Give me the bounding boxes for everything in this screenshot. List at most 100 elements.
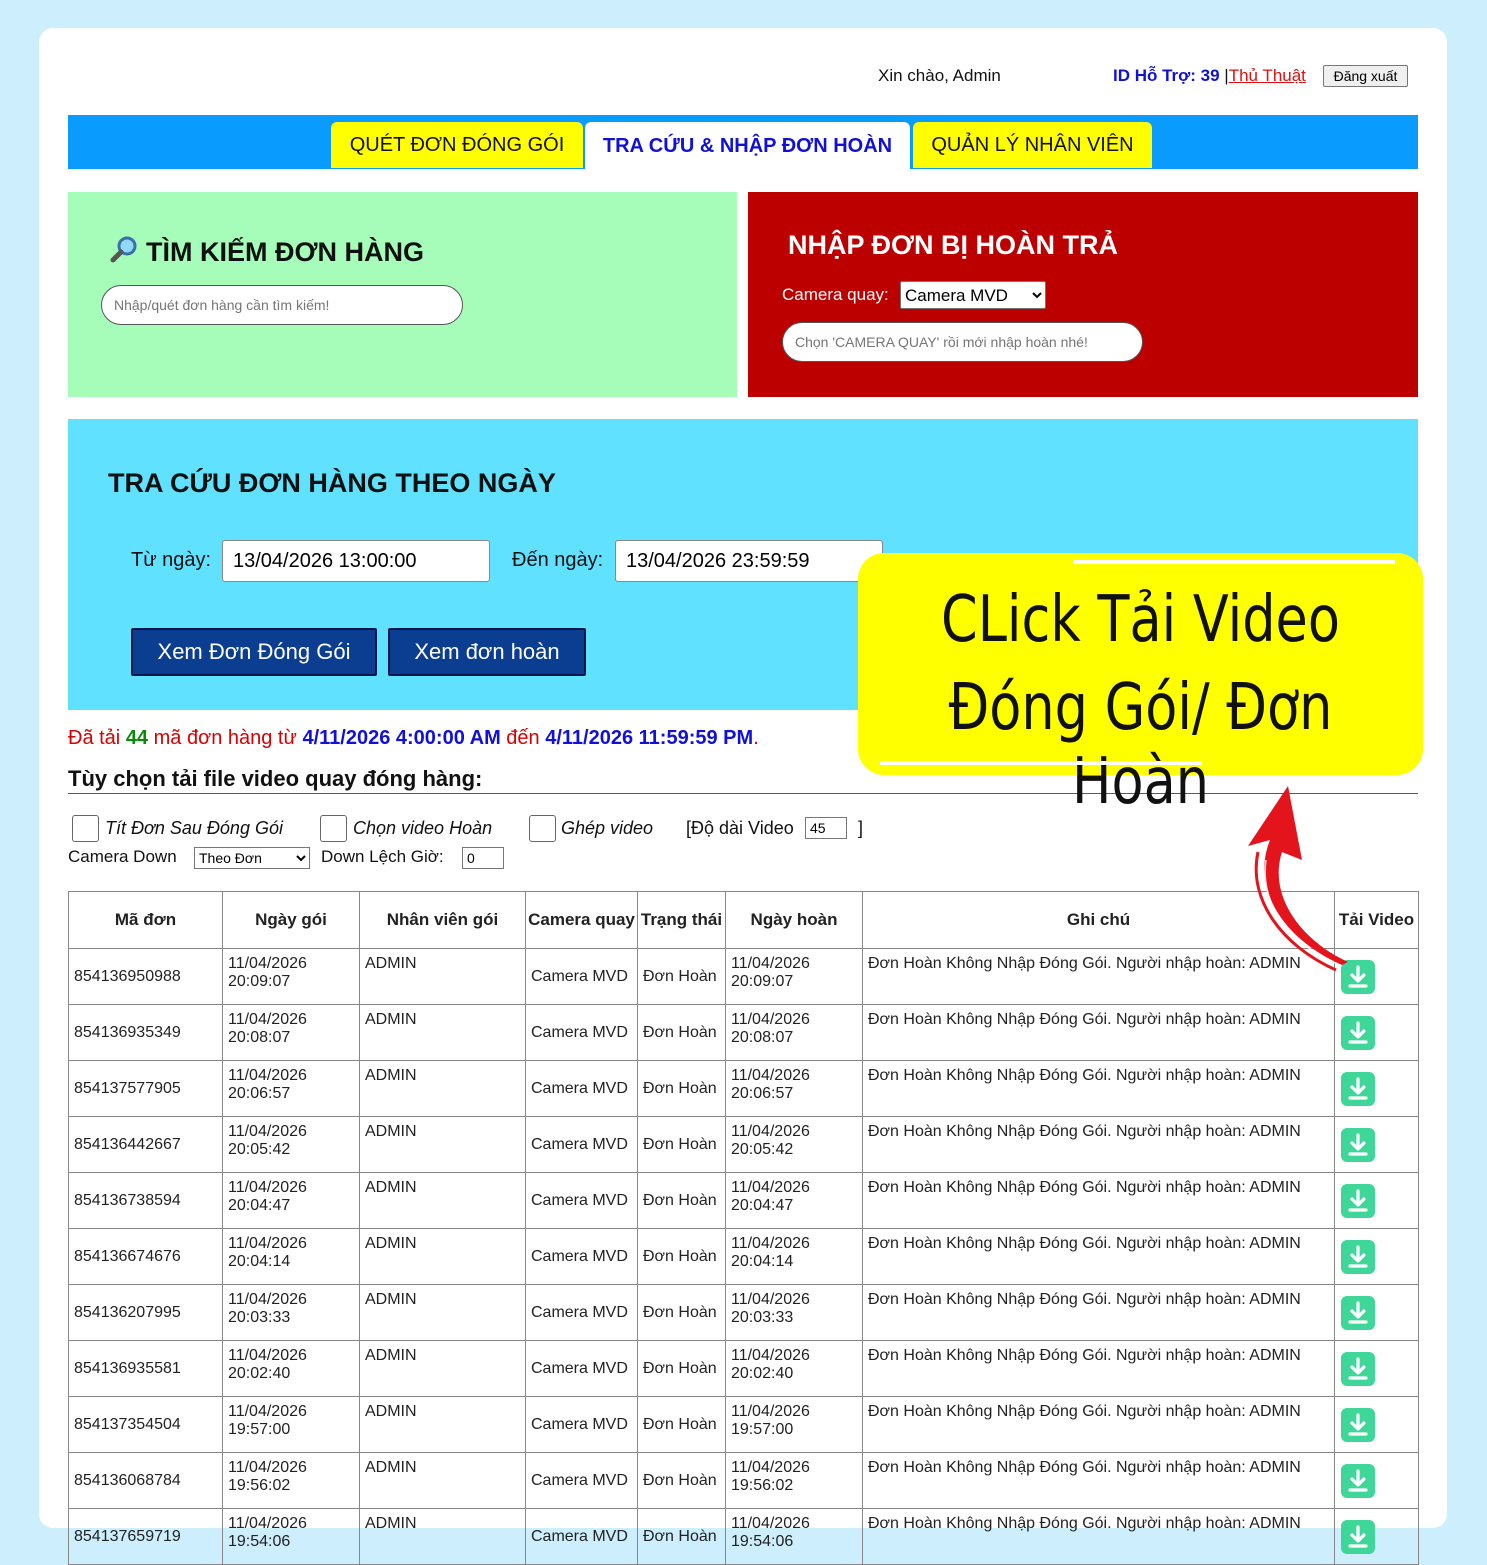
order-id-cell[interactable]: 854137659719 xyxy=(68,1508,223,1565)
time-offset-input[interactable] xyxy=(462,847,504,869)
from-date-input[interactable] xyxy=(222,540,490,582)
camera-name: Camera MVD xyxy=(531,967,628,985)
camera-cell: Camera MVD xyxy=(525,1508,638,1565)
col-status[interactable]: Trạng thái xyxy=(637,891,726,949)
pack-date: 11/04/2026 xyxy=(228,1179,307,1196)
order-id-cell[interactable]: 854136935581 xyxy=(68,1340,223,1397)
return-date-cell: 11/04/2026 20:09:07 xyxy=(725,948,863,1005)
col-camera[interactable]: Camera quay xyxy=(525,891,638,949)
col-pack-staff[interactable]: Nhân viên gói xyxy=(359,891,526,949)
tab-lookup-returns[interactable]: TRA CỨU & NHẬP ĐƠN HOÀN xyxy=(585,122,910,170)
order-id: 854136674676 xyxy=(74,1247,181,1265)
col-return-date[interactable]: Ngày hoàn xyxy=(725,891,863,949)
pack-date-cell: 11/04/2026 20:02:40 xyxy=(222,1340,360,1397)
camera-cell: Camera MVD xyxy=(525,1340,638,1397)
order-status: Đơn Hoàn xyxy=(643,1527,717,1545)
order-id: 854136442667 xyxy=(74,1135,181,1153)
logout-button[interactable]: Đăng xuất xyxy=(1323,65,1408,87)
order-status: Đơn Hoàn xyxy=(643,967,717,985)
pack-date-cell: 11/04/2026 19:56:02 xyxy=(222,1452,360,1509)
status-cell: Đơn Hoàn xyxy=(637,1116,726,1173)
camera-cell: Camera MVD xyxy=(525,1004,638,1061)
return-order-input[interactable] xyxy=(782,322,1143,362)
pack-date: 11/04/2026 xyxy=(228,1123,307,1140)
order-id-cell[interactable]: 854136207995 xyxy=(68,1284,223,1341)
curved-arrow-icon xyxy=(1248,786,1348,972)
order-id-cell[interactable]: 854136950988 xyxy=(68,948,223,1005)
order-id-cell[interactable]: 854136068784 xyxy=(68,1452,223,1509)
checkbox-merge-video[interactable] xyxy=(529,815,556,842)
order-id-cell[interactable]: 854136738594 xyxy=(68,1172,223,1229)
download-icon xyxy=(1348,1524,1368,1548)
table-row: 854137659719 11/04/2026 19:54:06 ADMIN Camer… xyxy=(68,1508,1419,1565)
order-status: Đơn Hoàn xyxy=(643,1247,717,1265)
pack-date-cell: 11/04/2026 19:57:00 xyxy=(222,1396,360,1453)
camera-select[interactable]: Camera MVD xyxy=(900,281,1046,309)
video-length-label: [Độ dài Video xyxy=(686,818,794,838)
to-date-input[interactable] xyxy=(615,540,883,582)
camera-name: Camera MVD xyxy=(531,1471,628,1489)
download-icon xyxy=(1348,1188,1368,1212)
download-video-button[interactable] xyxy=(1341,1295,1375,1330)
pack-time: 20:03:33 xyxy=(228,1309,291,1326)
order-note: Đơn Hoàn Không Nhập Đóng Gói. Người nhập… xyxy=(868,1459,1301,1476)
tab-staff-management[interactable]: QUẢN LÝ NHÂN VIÊN xyxy=(913,122,1152,168)
camera-name: Camera MVD xyxy=(531,1023,628,1041)
order-id-cell[interactable]: 854137354504 xyxy=(68,1396,223,1453)
checkbox-scan-after-pack[interactable] xyxy=(72,815,99,842)
col-order-id[interactable]: Mã đơn xyxy=(68,891,223,949)
download-video-button[interactable] xyxy=(1341,1127,1375,1162)
status-cell: Đơn Hoàn xyxy=(637,1284,726,1341)
note-cell: Đơn Hoàn Không Nhập Đóng Gói. Người nhập… xyxy=(862,1452,1335,1509)
video-length-input[interactable] xyxy=(805,817,847,839)
download-video-button[interactable] xyxy=(1341,1239,1375,1274)
table-row: 854136068784 11/04/2026 19:56:02 ADMIN Camer… xyxy=(68,1452,1419,1509)
view-returned-button[interactable]: Xem đơn hoàn xyxy=(388,628,586,676)
download-cell xyxy=(1334,1172,1419,1229)
download-cell xyxy=(1334,1116,1419,1173)
staff-name: ADMIN xyxy=(365,1403,417,1420)
download-video-button[interactable] xyxy=(1341,1351,1375,1386)
order-id-cell[interactable]: 854136674676 xyxy=(68,1228,223,1285)
time-offset-label: Down Lệch Giờ: xyxy=(321,847,444,866)
camera-cell: Camera MVD xyxy=(525,1228,638,1285)
download-icon xyxy=(1348,1412,1368,1436)
note-cell: Đơn Hoàn Không Nhập Đóng Gói. Người nhập… xyxy=(862,1116,1335,1173)
download-options-title: Tùy chọn tải file video quay đóng hàng: xyxy=(68,766,483,791)
return-time: 20:04:47 xyxy=(731,1197,794,1214)
camera-down-label: Camera Down xyxy=(68,847,177,866)
note-cell: Đơn Hoàn Không Nhập Đóng Gói. Người nhập… xyxy=(862,1508,1335,1565)
download-video-button[interactable] xyxy=(1341,1519,1375,1554)
return-time: 20:04:14 xyxy=(731,1253,794,1270)
camera-name: Camera MVD xyxy=(531,1079,628,1097)
download-video-button[interactable] xyxy=(1341,1463,1375,1498)
pack-date-cell: 11/04/2026 20:09:07 xyxy=(222,948,360,1005)
download-video-button[interactable] xyxy=(1341,1183,1375,1218)
checkbox-return-video[interactable] xyxy=(320,815,347,842)
camera-down-select[interactable]: Theo Đơn xyxy=(194,847,310,869)
download-video-button[interactable] xyxy=(1341,1071,1375,1106)
download-video-button[interactable] xyxy=(1341,1407,1375,1442)
download-cell xyxy=(1334,1060,1419,1117)
col-pack-date[interactable]: Ngày gói xyxy=(222,891,360,949)
order-id-cell[interactable]: 854137577905 xyxy=(68,1060,223,1117)
tips-link[interactable]: Thủ Thuật xyxy=(1229,66,1306,85)
staff-cell: ADMIN xyxy=(359,1060,526,1117)
camera-name: Camera MVD xyxy=(531,1135,628,1153)
tab-scan-packing[interactable]: QUÉT ĐƠN ĐÓNG GÓI xyxy=(331,122,583,168)
order-id-cell[interactable]: 854136442667 xyxy=(68,1116,223,1173)
table-row: 854136442667 11/04/2026 20:05:42 ADMIN Camer… xyxy=(68,1116,1419,1173)
order-id: 854137659719 xyxy=(74,1527,181,1545)
order-id-cell[interactable]: 854136935349 xyxy=(68,1004,223,1061)
view-packed-button[interactable]: Xem Đơn Đóng Gói xyxy=(131,628,377,676)
callout-bottom-line xyxy=(880,761,1202,765)
return-date-cell: 11/04/2026 19:57:00 xyxy=(725,1396,863,1453)
download-video-button[interactable] xyxy=(1341,1015,1375,1050)
pack-time: 20:04:14 xyxy=(228,1253,291,1270)
pack-date-cell: 11/04/2026 20:05:42 xyxy=(222,1116,360,1173)
download-icon xyxy=(1348,1244,1368,1268)
pack-date: 11/04/2026 xyxy=(228,1347,307,1364)
return-date-cell: 11/04/2026 20:04:14 xyxy=(725,1228,863,1285)
order-id: 854136935581 xyxy=(74,1359,181,1377)
order-search-input[interactable] xyxy=(101,285,463,325)
